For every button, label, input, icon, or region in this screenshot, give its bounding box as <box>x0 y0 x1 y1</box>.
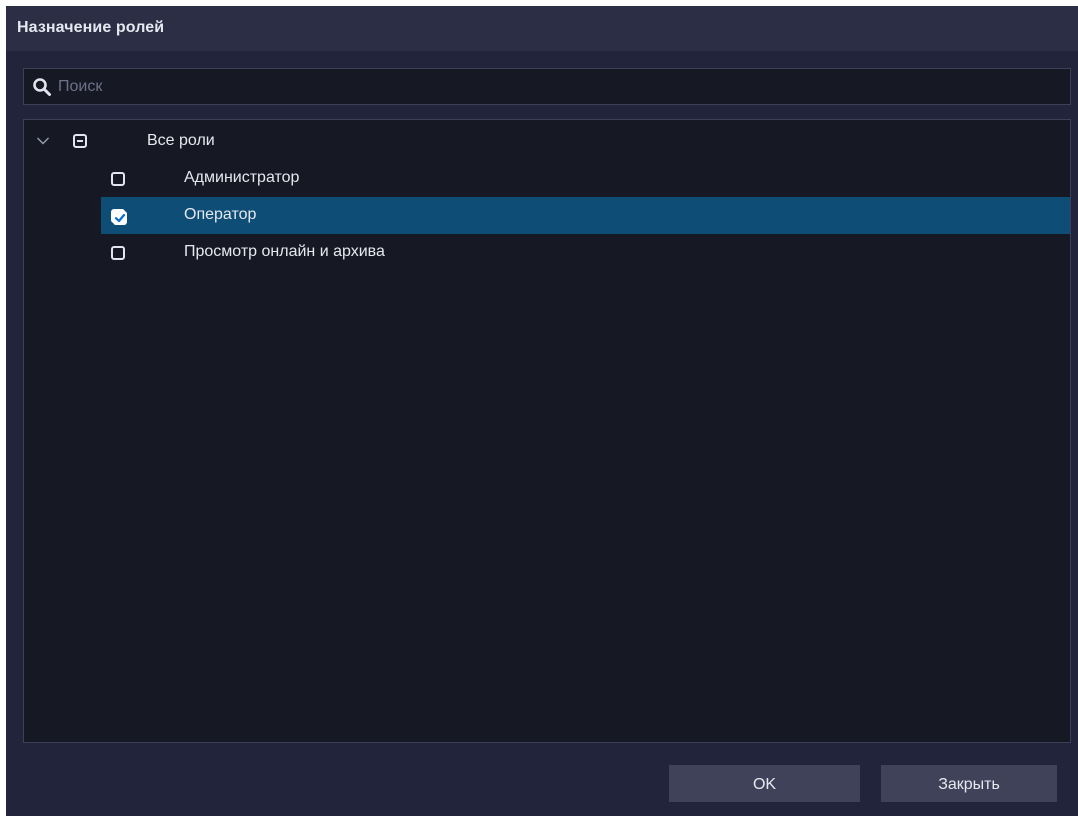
chevron-down-icon[interactable] <box>36 135 50 147</box>
close-button[interactable]: Закрыть <box>881 765 1057 802</box>
ok-button[interactable]: OK <box>669 765 860 802</box>
all-roles-checkbox[interactable] <box>73 134 87 148</box>
dialog-title: Назначение ролей <box>17 19 165 36</box>
checkmark-icon <box>113 211 127 225</box>
role-checkbox[interactable] <box>111 246 125 260</box>
role-checkbox[interactable] <box>111 209 127 225</box>
role-assignment-dialog: Назначение ролей Все роли Администратор <box>6 6 1078 816</box>
role-label: Оператор <box>184 206 257 223</box>
dialog-titlebar: Назначение ролей <box>6 6 1078 51</box>
role-label: Просмотр онлайн и архива <box>184 243 385 260</box>
tree-root-label: Все роли <box>147 132 215 149</box>
tree-row-all-roles[interactable]: Все роли <box>24 123 1070 160</box>
tree-row-role[interactable]: Администратор <box>24 160 1070 197</box>
role-label: Администратор <box>184 169 300 186</box>
tree-row-role[interactable]: Оператор <box>24 197 1070 234</box>
search-box[interactable] <box>23 68 1071 105</box>
tree-row-role[interactable]: Просмотр онлайн и архива <box>24 234 1070 271</box>
search-icon <box>33 78 51 96</box>
search-input[interactable] <box>58 69 1058 104</box>
role-checkbox[interactable] <box>111 172 125 186</box>
roles-tree[interactable]: Все роли Администратор Оператор Просмотр… <box>23 119 1071 743</box>
